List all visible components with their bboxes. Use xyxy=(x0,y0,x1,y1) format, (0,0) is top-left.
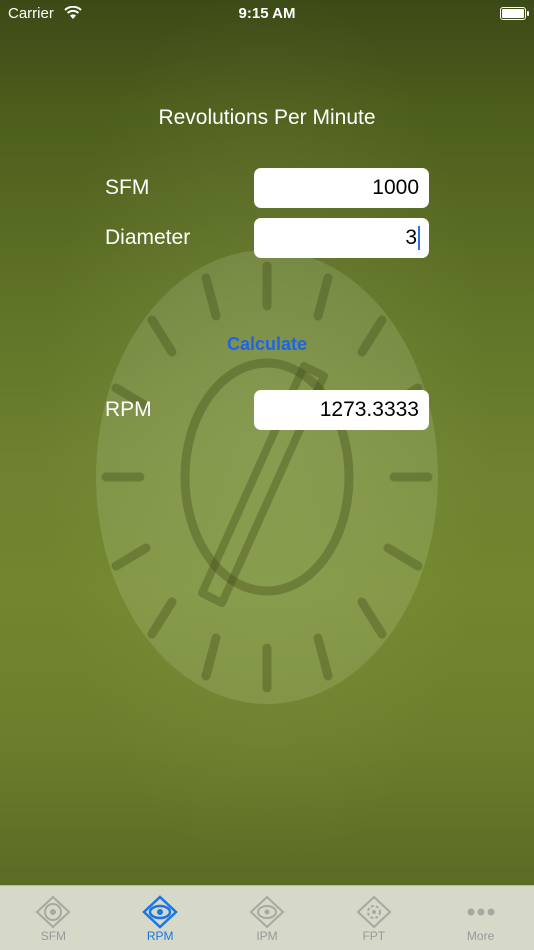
tab-rpm[interactable]: RPM xyxy=(107,886,214,950)
more-icon xyxy=(467,908,495,916)
tab-bar: SFM RPM IPM FPT More xyxy=(0,885,534,950)
text-cursor xyxy=(418,226,420,250)
calculate-button[interactable]: Calculate xyxy=(0,334,534,355)
tab-more-label: More xyxy=(466,929,495,943)
diameter-label: Diameter xyxy=(105,226,191,249)
tab-ipm[interactable]: IPM xyxy=(214,886,321,950)
sfm-label: SFM xyxy=(105,176,150,199)
ipm-icon xyxy=(249,895,285,929)
tab-sfm-label: SFM xyxy=(40,929,67,943)
rpm-label: RPM xyxy=(105,398,152,421)
sfm-icon xyxy=(35,895,71,929)
status-time: 9:15 AM xyxy=(238,5,296,22)
tab-ipm-label: IPM xyxy=(256,929,278,943)
status-bar: Carrier 9:15 AM xyxy=(0,0,534,28)
fpt-icon xyxy=(356,895,392,929)
battery-icon xyxy=(500,7,529,20)
tachometer-watermark-icon xyxy=(96,250,438,704)
diameter-value: 3 xyxy=(405,226,417,249)
tab-more[interactable]: More xyxy=(427,886,534,950)
tab-fpt[interactable]: FPT xyxy=(320,886,427,950)
page-title: Revolutions Per Minute xyxy=(158,106,376,129)
rpm-result-field[interactable]: 1273.3333 xyxy=(254,390,429,430)
rpm-icon xyxy=(142,895,179,929)
tab-fpt-label: FPT xyxy=(362,929,386,943)
tab-rpm-label: RPM xyxy=(146,929,174,943)
background xyxy=(0,0,534,950)
diameter-field[interactable]: 3 xyxy=(254,218,429,258)
sfm-field[interactable]: 1000 xyxy=(254,168,429,208)
tab-sfm[interactable]: SFM xyxy=(0,886,107,950)
